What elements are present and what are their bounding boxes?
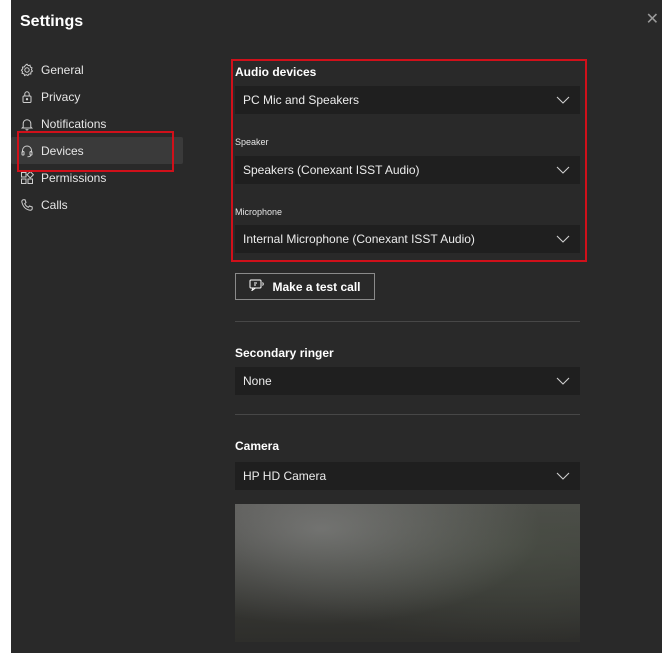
speaker-label: Speaker <box>235 137 269 147</box>
chevron-down-icon <box>556 93 570 107</box>
settings-sidebar: General Privacy Notifications Devices Pe… <box>11 56 183 218</box>
secondary-ringer-heading: Secondary ringer <box>235 346 334 360</box>
camera-heading: Camera <box>235 439 280 453</box>
make-test-call-label: Make a test call <box>272 279 361 294</box>
sidebar-item-calls[interactable]: Calls <box>11 191 183 218</box>
lock-icon <box>20 90 34 104</box>
page-title: Settings <box>20 13 84 30</box>
sidebar-item-label: Devices <box>41 143 84 158</box>
sidebar-item-label: Calls <box>41 197 68 212</box>
make-test-call-button[interactable]: Make a test call <box>235 273 375 300</box>
chevron-down-icon <box>556 374 570 388</box>
microphone-label: Microphone <box>235 207 283 217</box>
audio-device-dropdown[interactable]: PC Mic and Speakers <box>235 86 580 114</box>
sidebar-item-privacy[interactable]: Privacy <box>11 83 183 110</box>
dropdown-value: Internal Microphone (Conexant ISST Audio… <box>243 232 475 246</box>
test-call-icon <box>249 279 265 294</box>
phone-icon <box>20 198 34 212</box>
secondary-ringer-dropdown[interactable]: None <box>235 367 580 395</box>
sidebar-item-label: Permissions <box>41 170 107 185</box>
headset-icon <box>20 144 34 158</box>
gear-icon <box>20 63 34 77</box>
speaker-dropdown[interactable]: Speakers (Conexant ISST Audio) <box>235 156 580 184</box>
grid-icon <box>20 170 34 185</box>
dropdown-value: HP HD Camera <box>243 469 327 483</box>
sidebar-item-label: General <box>41 62 84 77</box>
bell-icon <box>20 117 34 131</box>
settings-window: Settings ✕ General Privacy Notifications… <box>11 0 662 653</box>
microphone-dropdown[interactable]: Internal Microphone (Conexant ISST Audio… <box>235 225 580 253</box>
sidebar-item-notifications[interactable]: Notifications <box>11 110 183 137</box>
sidebar-item-label: Notifications <box>41 116 107 131</box>
dropdown-value: PC Mic and Speakers <box>243 93 360 107</box>
sidebar-item-permissions[interactable]: Permissions <box>11 164 183 191</box>
audio-devices-heading: Audio devices <box>235 65 317 79</box>
camera-dropdown[interactable]: HP HD Camera <box>235 462 580 490</box>
sidebar-item-general[interactable]: General <box>11 56 183 83</box>
chevron-down-icon <box>556 163 570 177</box>
chevron-down-icon <box>556 469 570 483</box>
sidebar-item-label: Privacy <box>41 89 81 104</box>
close-icon[interactable]: ✕ <box>646 12 659 28</box>
dropdown-value: None <box>243 374 272 388</box>
dropdown-value: Speakers (Conexant ISST Audio) <box>243 163 420 177</box>
divider <box>235 321 580 322</box>
chevron-down-icon <box>556 232 570 246</box>
divider <box>235 414 580 415</box>
camera-preview <box>235 504 580 642</box>
sidebar-item-devices[interactable]: Devices <box>11 137 183 164</box>
